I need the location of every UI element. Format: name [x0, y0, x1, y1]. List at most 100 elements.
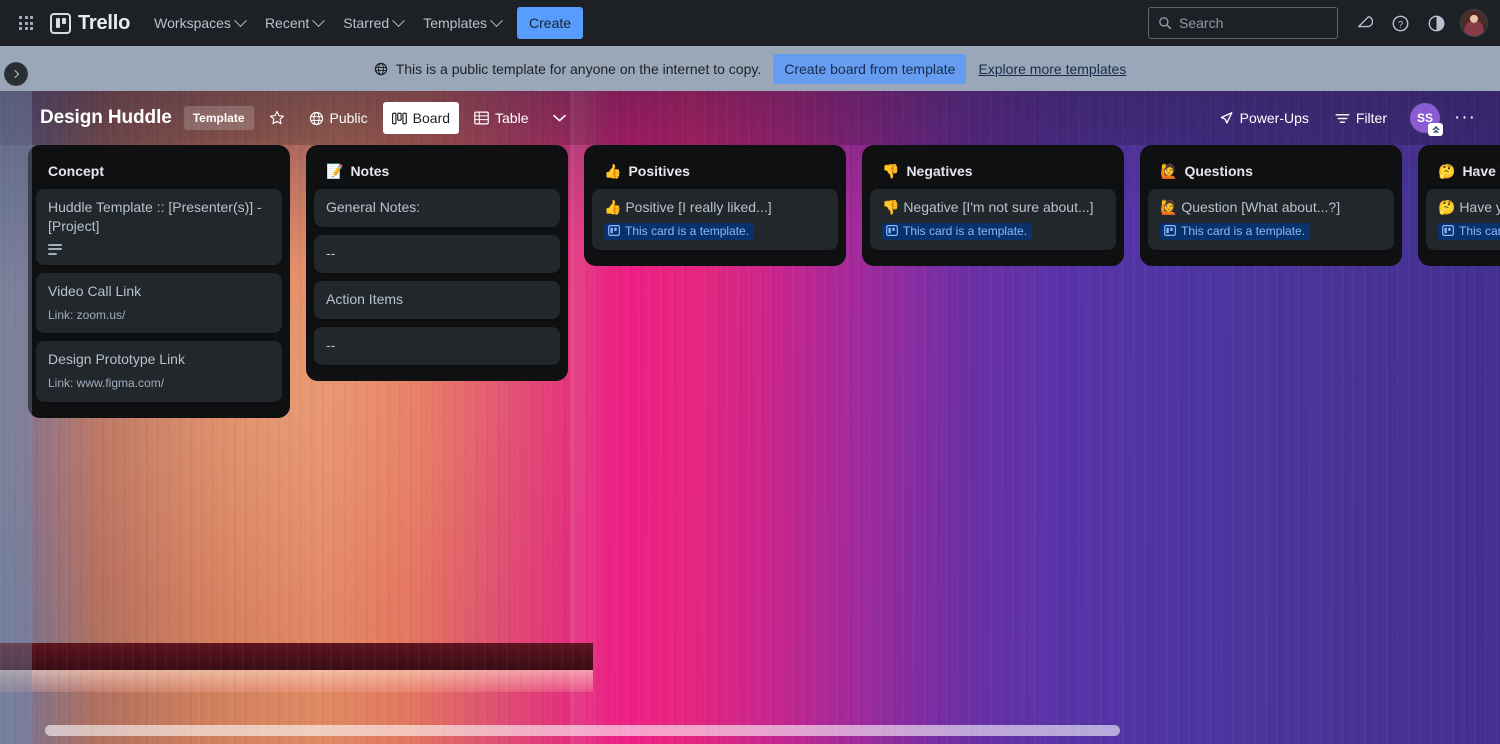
list-header[interactable]: 👎 Negatives	[870, 153, 1116, 189]
board-card[interactable]: --	[314, 327, 560, 365]
create-button[interactable]: Create	[517, 7, 583, 39]
board-visibility-button[interactable]: Public	[300, 102, 377, 134]
board-card[interactable]: General Notes:	[314, 189, 560, 227]
card-title: --	[326, 336, 548, 355]
apps-grid-dots	[19, 16, 33, 30]
chevron-down-icon	[552, 113, 567, 123]
nav-item-templates[interactable]: Templates	[413, 7, 511, 39]
card-template-badge-label: This card is a template.	[625, 224, 749, 238]
board-card[interactable]: 🤔 Have you... This card is a template.	[1426, 189, 1500, 250]
nav-item-starred-label: Starred	[343, 15, 389, 31]
user-avatar[interactable]	[1460, 9, 1488, 37]
card-title: 👍 Positive [I really liked...]	[604, 198, 826, 217]
board-card[interactable]: Action Items	[314, 281, 560, 319]
bell-glyph	[1355, 14, 1373, 32]
list-header[interactable]: 🤔Have You	[1426, 153, 1500, 189]
card-template-badge-label: This card is a template.	[1459, 224, 1500, 238]
board-card[interactable]: Video Call LinkLink: zoom.us/	[36, 273, 282, 333]
card-template-badge: This card is a template.	[1160, 223, 1310, 240]
chevron-down-icon	[490, 14, 503, 27]
card-title: 👎 Negative [I'm not sure about...]	[882, 198, 1104, 217]
list-header[interactable]: 👍Positives	[592, 153, 838, 189]
chevron-right-icon	[11, 70, 19, 78]
board-card[interactable]: 👎 Negative [I'm not sure about...] This c…	[870, 189, 1116, 250]
board-visibility-label: Public	[330, 110, 368, 126]
board-card[interactable]: 👍 Positive [I really liked...] This card …	[592, 189, 838, 250]
board-list: 📝Notes General Notes: -- Action Items --	[306, 145, 568, 381]
list-header[interactable]: 🙋Questions	[1148, 153, 1394, 189]
board-view-icon	[392, 112, 407, 125]
board-card[interactable]: Design Prototype LinkLink: www.figma.com…	[36, 341, 282, 401]
nav-item-recent[interactable]: Recent	[255, 7, 333, 39]
badge-glyph	[1431, 125, 1441, 134]
card-template-badge-label: This card is a template.	[903, 224, 1027, 238]
help-glyph: ?	[1391, 14, 1410, 33]
card-description-icon	[48, 244, 270, 255]
board-header-right-group: Power-Ups Filter SS ···	[1204, 102, 1484, 134]
trello-logo-icon	[50, 13, 71, 34]
view-switch-board-label: Board	[413, 110, 450, 126]
card-badges: This card is a template.	[1438, 223, 1500, 240]
list-emoji-icon: 🤔	[1438, 164, 1455, 178]
help-circle-icon[interactable]: ?	[1384, 7, 1416, 39]
template-board-icon	[1164, 225, 1176, 236]
search-icon	[1158, 16, 1172, 30]
list-title: Positives	[628, 163, 689, 179]
list-emoji-icon: 👎	[882, 164, 899, 178]
card-subtitle: Link: zoom.us/	[48, 308, 270, 324]
board-list: 🤔Have You 🤔 Have you... This card is a tem…	[1418, 145, 1500, 266]
list-title: Negatives	[906, 163, 972, 179]
board-list: 👎 Negatives 👎 Negative [I'm not sure about…	[862, 145, 1124, 266]
card-title: Huddle Template :: [Presenter(s)] - [Pro…	[48, 198, 270, 236]
star-board-button[interactable]	[260, 102, 294, 134]
create-board-from-template-button[interactable]: Create board from template	[773, 54, 966, 84]
public-template-banner: This is a public template for anyone on …	[0, 46, 1500, 91]
explore-more-templates-link[interactable]: Explore more templates	[978, 61, 1126, 77]
list-header[interactable]: 📝Notes	[314, 153, 560, 189]
contrast-glyph	[1427, 14, 1446, 33]
template-board-icon	[1442, 225, 1454, 236]
search-placeholder: Search	[1179, 15, 1223, 31]
top-navigation-bar: Trello Workspaces Recent Starred Templat…	[0, 0, 1500, 46]
view-switch-table[interactable]: Table	[465, 102, 537, 134]
board-more-menu-button[interactable]: ···	[1446, 102, 1484, 134]
search-input[interactable]: Search	[1148, 7, 1338, 39]
power-ups-button[interactable]: Power-Ups	[1210, 102, 1318, 134]
card-title: Action Items	[326, 290, 548, 309]
views-dropdown-button[interactable]	[543, 102, 576, 134]
sidebar-expand-button[interactable]	[4, 62, 28, 86]
template-member-badge-icon	[1428, 123, 1443, 136]
trello-logo-home-link[interactable]: Trello	[50, 12, 130, 35]
board-title[interactable]: Design Huddle	[40, 107, 172, 129]
chevron-down-icon	[312, 14, 325, 27]
view-switch-board[interactable]: Board	[383, 102, 459, 134]
table-view-icon	[474, 111, 489, 125]
board-card[interactable]: --	[314, 235, 560, 273]
apps-grid-icon[interactable]	[10, 7, 42, 39]
board-member-avatar[interactable]: SS	[1410, 103, 1440, 133]
card-badges: This card is a template.	[1160, 223, 1382, 240]
card-title: General Notes:	[326, 198, 548, 217]
list-title: Notes	[350, 163, 389, 179]
filter-button[interactable]: Filter	[1326, 102, 1396, 134]
board-list: ConceptHuddle Template :: [Presenter(s)]…	[28, 145, 290, 418]
board-card[interactable]: 🙋 Question [What about...?]This card is …	[1148, 189, 1394, 250]
notification-bell-icon[interactable]	[1348, 7, 1380, 39]
list-title: Concept	[48, 163, 104, 179]
board-horizontal-scrollbar[interactable]	[45, 725, 1120, 736]
board-header: Design Huddle Template Public Board	[0, 91, 1500, 145]
nav-item-workspaces[interactable]: Workspaces	[144, 7, 255, 39]
nav-item-starred[interactable]: Starred	[333, 7, 413, 39]
nav-item-templates-label: Templates	[423, 15, 487, 31]
theme-contrast-icon[interactable]	[1420, 7, 1452, 39]
board-card[interactable]: Huddle Template :: [Presenter(s)] - [Pro…	[36, 189, 282, 265]
nav-item-workspaces-label: Workspaces	[154, 15, 231, 31]
chevron-down-icon	[392, 14, 405, 27]
template-badge[interactable]: Template	[184, 106, 254, 130]
list-header[interactable]: Concept	[36, 153, 282, 189]
card-title: 🤔 Have you...	[1438, 198, 1500, 217]
rocket-plugin-icon	[1219, 111, 1234, 126]
board-lists-container: ConceptHuddle Template :: [Presenter(s)]…	[0, 145, 1500, 720]
trello-board-app: Trello Workspaces Recent Starred Templat…	[0, 0, 1500, 744]
view-switch-table-label: Table	[495, 110, 528, 126]
